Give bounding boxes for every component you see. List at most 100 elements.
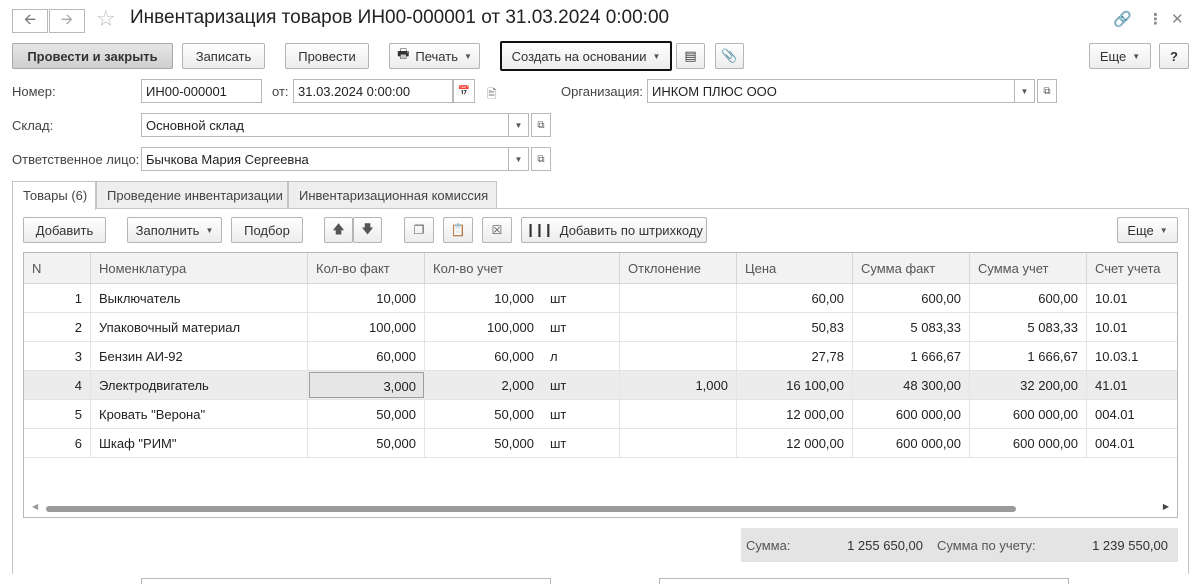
calendar-icon: 📅 (457, 85, 471, 97)
paste-button[interactable]: 📋 (443, 217, 473, 243)
column-header[interactable]: Сумма учет (970, 253, 1087, 284)
more-button[interactable]: Еще ▼ (1089, 43, 1151, 69)
table-row[interactable]: 6 Шкаф "РИМ" 50,000 50,000 шт 12 000,00 … (24, 429, 1177, 458)
tab-inventory-commission[interactable]: Инвентаризационная комиссия (288, 181, 497, 209)
warehouse-field[interactable]: Основной склад (141, 113, 509, 137)
arrow-right-icon: 🡪 (60, 10, 74, 28)
goods-table[interactable]: N Номенклатура Кол-во факт Кол-во учет О… (23, 252, 1178, 518)
structure-button[interactable]: ▤ (676, 43, 705, 69)
cell-price: 60,00 (737, 284, 853, 313)
cell-acc: 2,000 (501, 378, 534, 393)
date-field[interactable]: 31.03.2024 0:00:00 (293, 79, 453, 103)
cell-sum-acc: 600 000,00 (970, 400, 1087, 429)
page-title: Инвентаризация товаров ИН00-000001 от 31… (130, 7, 670, 28)
printer-icon: 🖶 (397, 46, 410, 61)
column-header[interactable]: Номенклатура (91, 253, 308, 284)
cell-fact-editing[interactable]: 3,000 (309, 372, 424, 398)
tab-goods[interactable]: Товары (6) (12, 181, 96, 210)
back-button[interactable]: 🡨 (12, 9, 48, 33)
organization-field[interactable]: ИНКОМ ПЛЮС ООО (647, 79, 1015, 103)
cell-account: 41.01 (1095, 378, 1128, 393)
cell-fact: 100,000 (308, 313, 425, 342)
cell-price: 50,83 (737, 313, 853, 342)
responsible-field[interactable]: Бычкова Мария Сергеевна (141, 147, 509, 171)
responsible-label: Ответственное лицо: (12, 152, 140, 167)
scrollbar-thumb[interactable] (46, 506, 1016, 512)
add-by-barcode-button[interactable]: ❙❙❙ Добавить по штрихкоду (521, 217, 707, 243)
cell-fact: 50,000 (308, 429, 425, 458)
column-header[interactable]: Цена (737, 253, 853, 284)
star-icon[interactable]: ☆ (96, 6, 116, 32)
organization-open-button[interactable]: ⧉ (1037, 79, 1057, 103)
barcode-icon: ❙❙❙ (525, 222, 554, 237)
link-icon[interactable]: 🔗 (1113, 10, 1132, 28)
post-and-close-button[interactable]: Провести и закрыть (12, 43, 173, 69)
structure-icon: ▤ (684, 48, 697, 63)
copy-button[interactable]: ❐ (404, 217, 434, 243)
tab-inventory-posting[interactable]: Проведение инвентаризации (96, 181, 288, 209)
column-header[interactable]: Кол-во факт (308, 253, 425, 284)
responsible-dropdown[interactable]: ▼ (509, 147, 529, 171)
bottom-field[interactable] (141, 578, 551, 584)
cell-unit: шт (542, 429, 620, 458)
help-button[interactable]: ? (1159, 43, 1189, 69)
attach-button[interactable]: 📎 (715, 43, 744, 69)
move-up-button[interactable]: 🡅 (324, 217, 353, 243)
column-header[interactable]: Счет учета (1087, 253, 1177, 284)
cell-unit: л (542, 342, 620, 371)
cell-n: 6 (24, 429, 91, 458)
table-row[interactable]: 3 Бензин АИ-92 60,000 60,000 л 27,78 1 6… (24, 342, 1177, 371)
scroll-left-icon[interactable]: ◀ (32, 502, 38, 511)
table-row[interactable]: 5 Кровать "Верона" 50,000 50,000 шт 12 0… (24, 400, 1177, 429)
cell-dev (620, 400, 737, 429)
cell-account: 10.03.1 (1095, 349, 1139, 364)
comment-icon[interactable]: 🖹 (487, 85, 497, 106)
table-more-button[interactable]: Еще ▼ (1117, 217, 1178, 243)
forward-button[interactable]: 🡪 (49, 9, 85, 33)
cell-account: 10.01 (1095, 291, 1128, 306)
number-field[interactable]: ИН00-000001 (141, 79, 262, 103)
table-row[interactable]: 2 Упаковочный материал 100,000 100,000 ш… (24, 313, 1177, 342)
table-row[interactable]: 1 Выключатель 10,000 10,000 шт 60,00 600… (24, 284, 1177, 313)
cell-name: Бензин АИ-92 (91, 342, 308, 371)
close-icon[interactable]: ✕ (1171, 10, 1184, 28)
paperclip-icon: 📎 (721, 48, 738, 63)
chevron-down-icon: ▼ (205, 225, 214, 235)
move-down-button[interactable]: 🡇 (353, 217, 382, 243)
add-button[interactable]: Добавить (23, 217, 106, 243)
cell-name: Шкаф "РИМ" (91, 429, 308, 458)
table-row-selected[interactable]: 4 Электродвигатель 3,000 2,000 шт 1,000 … (24, 371, 1177, 400)
chevron-down-icon: ▼ (514, 154, 523, 164)
warehouse-open-button[interactable]: ⧉ (531, 113, 551, 137)
cell-price: 12 000,00 (737, 429, 853, 458)
column-header[interactable]: Сумма факт (853, 253, 970, 284)
create-based-on-button[interactable]: Создать на основании ▼ (500, 41, 672, 71)
responsible-open-button[interactable]: ⧉ (531, 147, 551, 171)
number-label: Номер: (12, 84, 56, 99)
more-vertical-icon[interactable]: ⋮ (1148, 10, 1163, 28)
cell-price: 12 000,00 (737, 400, 853, 429)
post-button[interactable]: Провести (285, 43, 369, 69)
save-button[interactable]: Записать (182, 43, 265, 69)
cell-sum-acc: 1 666,67 (970, 342, 1087, 371)
cell-acc: 50,000 (494, 436, 534, 451)
column-header[interactable]: N (24, 253, 91, 284)
warehouse-dropdown[interactable]: ▼ (509, 113, 529, 137)
calendar-button[interactable]: 📅 (453, 79, 475, 103)
chevron-down-icon: ▼ (1020, 86, 1029, 96)
delete-row-button[interactable]: ☒ (482, 217, 512, 243)
pick-button[interactable]: Подбор (231, 217, 303, 243)
column-header[interactable]: Отклонение (620, 253, 737, 284)
organization-dropdown[interactable]: ▼ (1015, 79, 1035, 103)
cell-sum-fact: 1 666,67 (853, 342, 970, 371)
bottom-field[interactable] (659, 578, 1069, 584)
scroll-right-icon[interactable]: ▶ (1163, 502, 1169, 511)
column-header[interactable]: Кол-во учет (425, 253, 620, 284)
add-by-barcode-label: Добавить по штрихкоду (559, 222, 703, 238)
print-button[interactable]: 🖶 Печать ▼ (389, 43, 480, 69)
fill-button[interactable]: Заполнить ▼ (127, 217, 222, 243)
cell-acc: 60,000 (494, 349, 534, 364)
warehouse-label: Склад: (12, 118, 54, 133)
horizontal-scrollbar[interactable]: ◀ ▶ (24, 502, 1177, 514)
cell-acc: 100,000 (487, 320, 534, 335)
